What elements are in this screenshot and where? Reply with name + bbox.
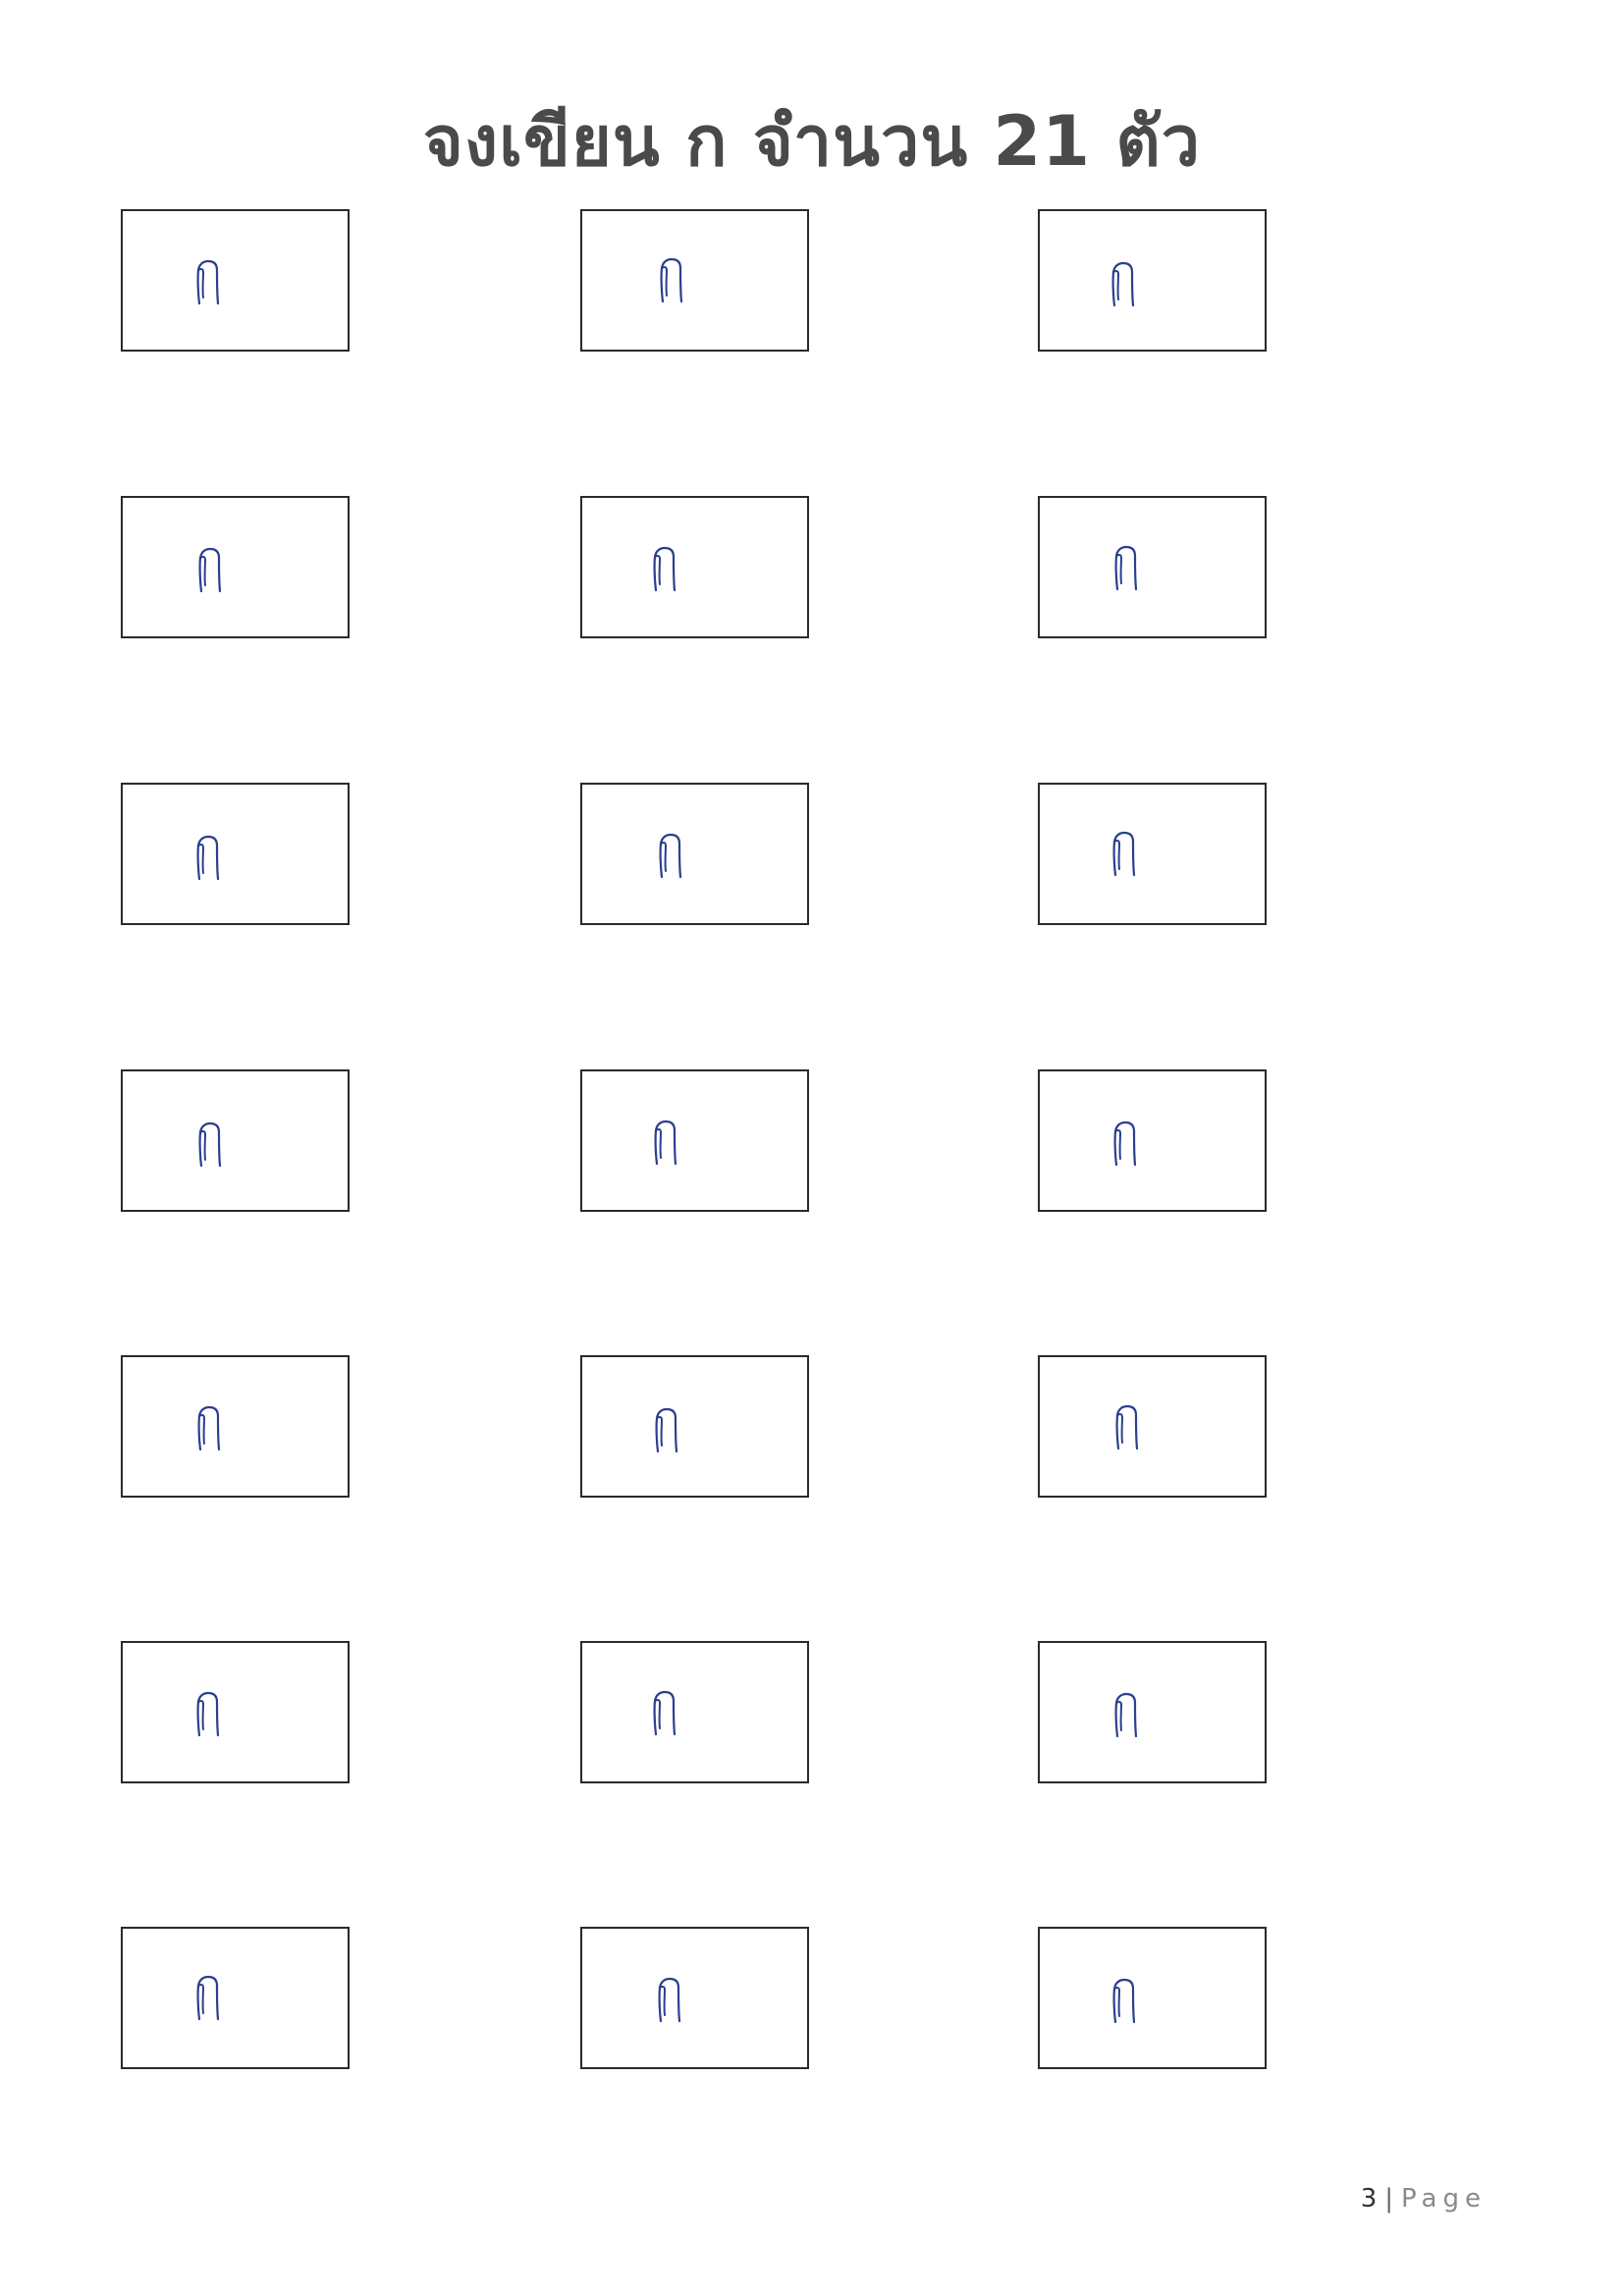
- writing-box: [121, 1927, 350, 2069]
- writing-box: [121, 1641, 350, 1783]
- writing-box: [1038, 209, 1267, 352]
- handwritten-ko-kai-letter: [193, 1690, 223, 1737]
- writing-box: [580, 1355, 809, 1498]
- writing-grid: [0, 0, 1624, 2296]
- writing-box: [580, 1069, 809, 1212]
- writing-box: [580, 209, 809, 352]
- handwritten-ko-kai-letter: [193, 1974, 223, 2021]
- handwritten-ko-kai-letter: [1109, 260, 1138, 307]
- writing-box: [580, 496, 809, 638]
- writing-box: [1038, 1355, 1267, 1498]
- handwritten-ko-kai-letter: [657, 256, 686, 303]
- page-footer: 3 | Page: [1361, 2184, 1487, 2214]
- page-separator: |: [1384, 2184, 1396, 2214]
- handwritten-ko-kai-letter: [656, 832, 685, 879]
- writing-box: [1038, 783, 1267, 925]
- page-label: Page: [1401, 2184, 1487, 2214]
- handwritten-ko-kai-letter: [193, 258, 223, 305]
- handwritten-ko-kai-letter: [650, 1689, 679, 1736]
- handwritten-ko-kai-letter: [655, 1976, 684, 2023]
- handwritten-ko-kai-letter: [652, 1406, 681, 1453]
- writing-box: [121, 1069, 350, 1212]
- writing-box: [1038, 1069, 1267, 1212]
- handwritten-ko-kai-letter: [193, 834, 223, 881]
- handwritten-ko-kai-letter: [1110, 1120, 1140, 1167]
- writing-box: [1038, 496, 1267, 638]
- handwritten-ko-kai-letter: [1111, 544, 1141, 591]
- handwritten-ko-kai-letter: [195, 1121, 225, 1168]
- handwritten-ko-kai-letter: [195, 546, 225, 593]
- writing-box: [1038, 1927, 1267, 2069]
- writing-box: [580, 1927, 809, 2069]
- writing-box: [1038, 1641, 1267, 1783]
- handwritten-ko-kai-letter: [650, 545, 679, 592]
- writing-box: [121, 783, 350, 925]
- writing-box: [580, 1641, 809, 1783]
- handwritten-ko-kai-letter: [1112, 1403, 1142, 1450]
- writing-box: [121, 1355, 350, 1498]
- handwritten-ko-kai-letter: [194, 1404, 224, 1451]
- writing-box: [580, 783, 809, 925]
- handwritten-ko-kai-letter: [1111, 1691, 1141, 1738]
- handwritten-ko-kai-letter: [1110, 830, 1139, 877]
- handwritten-ko-kai-letter: [1110, 1977, 1139, 2024]
- page-number: 3: [1360, 2184, 1380, 2214]
- handwritten-ko-kai-letter: [651, 1119, 680, 1166]
- writing-box: [121, 496, 350, 638]
- writing-box: [121, 209, 350, 352]
